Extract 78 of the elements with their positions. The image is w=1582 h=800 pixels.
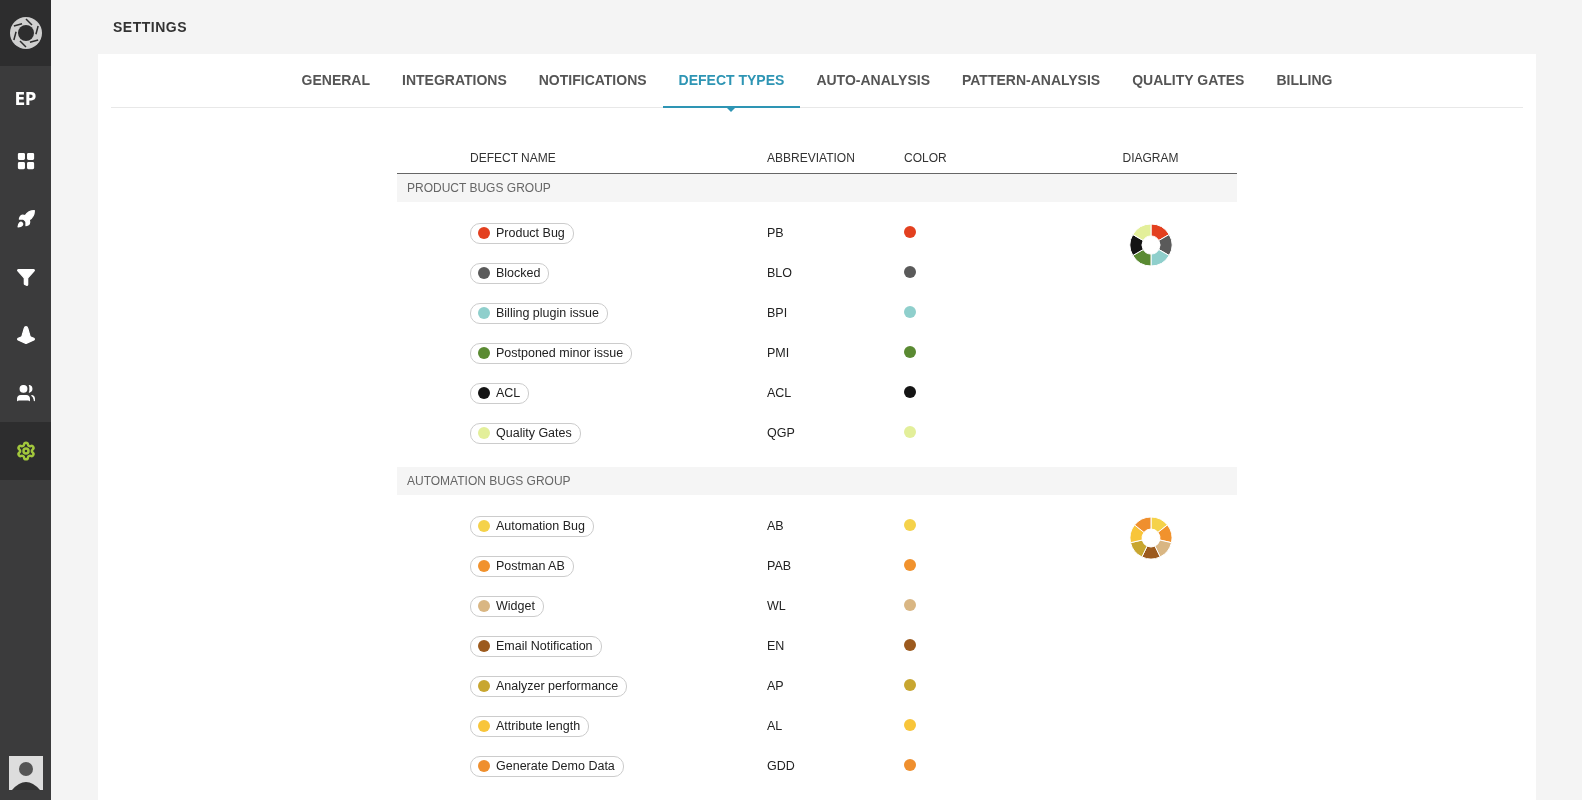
- abbreviation: QGP: [767, 426, 796, 440]
- defect-type-tag[interactable]: Billing plugin issue: [470, 302, 608, 324]
- column-header: DEFECT NAME: [469, 150, 557, 165]
- abbreviation: BLO: [767, 266, 793, 280]
- group-header: AUTOMATION BUGS GROUP: [397, 467, 1237, 495]
- people-icon: [15, 383, 36, 403]
- column-header: COLOR: [904, 150, 948, 165]
- rocket-icon: [15, 209, 36, 229]
- defect-name: ACL: [496, 386, 521, 400]
- column-header: DIAGRAM: [1121, 150, 1180, 165]
- defect-type-tag[interactable]: Quality Gates: [470, 422, 581, 444]
- defect-type-tag[interactable]: Generate Demo Data: [470, 755, 624, 777]
- abbreviation: EN: [767, 639, 786, 653]
- defect-type-tag[interactable]: Analyzer performance: [470, 675, 628, 697]
- donut-diagram: [1128, 516, 1173, 560]
- cone-icon: [15, 325, 36, 345]
- color-swatch[interactable]: [904, 679, 916, 691]
- abbreviation: PAB: [767, 559, 793, 573]
- column-header: ABBREVIATION: [767, 150, 856, 165]
- defect-name: Attribute length: [496, 719, 581, 733]
- avatar[interactable]: [8, 756, 43, 790]
- grid-icon: [15, 151, 36, 171]
- color-swatch[interactable]: [904, 519, 916, 531]
- defect-type-tag[interactable]: Postponed minor issue: [470, 342, 633, 364]
- defect-name: Analyzer performance: [496, 679, 619, 693]
- defect-name: Postman AB: [496, 559, 565, 573]
- color-swatch[interactable]: [904, 719, 916, 731]
- page-title: SETTINGS: [112, 18, 188, 37]
- color-swatch[interactable]: [904, 306, 916, 318]
- color-swatch[interactable]: [904, 346, 916, 358]
- defect-name: Product Bug: [496, 226, 565, 240]
- abbreviation: AL: [767, 719, 784, 733]
- defect-name: Quality Gates: [496, 426, 572, 440]
- settings-icon: [15, 441, 36, 461]
- abbreviation: ACL: [767, 386, 793, 400]
- abbreviation: AP: [767, 679, 785, 693]
- tab[interactable]: QUALITY GATES: [1116, 54, 1261, 108]
- abbreviation: GDD: [767, 759, 796, 773]
- defect-type-tag[interactable]: Automation Bug: [470, 515, 594, 537]
- defect-type-tag[interactable]: Attribute length: [470, 715, 590, 737]
- defect-name: Automation Bug: [496, 519, 585, 533]
- color-swatch[interactable]: [904, 639, 916, 651]
- defect-type-tag[interactable]: Blocked: [470, 262, 550, 284]
- group-header: PRODUCT BUGS GROUP: [397, 174, 1237, 202]
- abbreviation: PB: [767, 226, 785, 240]
- color-swatch[interactable]: [904, 559, 916, 571]
- color-swatch[interactable]: [904, 266, 916, 278]
- defect-type-tag[interactable]: Email Notification: [470, 635, 602, 657]
- sidebar-item[interactable]: [0, 422, 51, 480]
- defect-type-tag[interactable]: Postman AB: [470, 555, 574, 577]
- tab[interactable]: AUTO-ANALYSIS: [800, 54, 946, 108]
- logo-icon[interactable]: [7, 15, 44, 51]
- color-swatch[interactable]: [904, 426, 916, 438]
- defect-name: Blocked: [496, 266, 541, 280]
- defect-name: Billing plugin issue: [496, 306, 599, 320]
- tab[interactable]: BILLING: [1260, 54, 1349, 108]
- color-swatch[interactable]: [904, 386, 916, 398]
- color-swatch[interactable]: [904, 759, 916, 771]
- abbreviation: BPI: [767, 306, 789, 320]
- donut-diagram: [1128, 223, 1173, 267]
- abbreviation: PMI: [767, 346, 791, 360]
- defect-type-tag[interactable]: ACL: [470, 382, 530, 404]
- abbreviation: AB: [767, 519, 785, 533]
- color-swatch[interactable]: [904, 599, 916, 611]
- color-swatch[interactable]: [904, 226, 916, 238]
- defect-name: Email Notification: [496, 639, 593, 653]
- defect-type-tag[interactable]: Widget: [470, 595, 544, 617]
- tab[interactable]: PATTERN-ANALYSIS: [945, 54, 1117, 108]
- project-badge[interactable]: EP: [14, 66, 37, 132]
- defect-name: Widget: [496, 599, 535, 613]
- defect-type-tag[interactable]: Product Bug: [470, 222, 574, 244]
- defect-name: Generate Demo Data: [496, 759, 615, 773]
- abbreviation: WL: [767, 599, 787, 613]
- tab[interactable]: GENERAL: [285, 54, 386, 108]
- filter-icon: [15, 267, 36, 287]
- tab[interactable]: INTEGRATIONS: [386, 54, 523, 108]
- tab[interactable]: NOTIFICATIONS: [522, 54, 663, 108]
- defect-name: Postponed minor issue: [496, 346, 624, 360]
